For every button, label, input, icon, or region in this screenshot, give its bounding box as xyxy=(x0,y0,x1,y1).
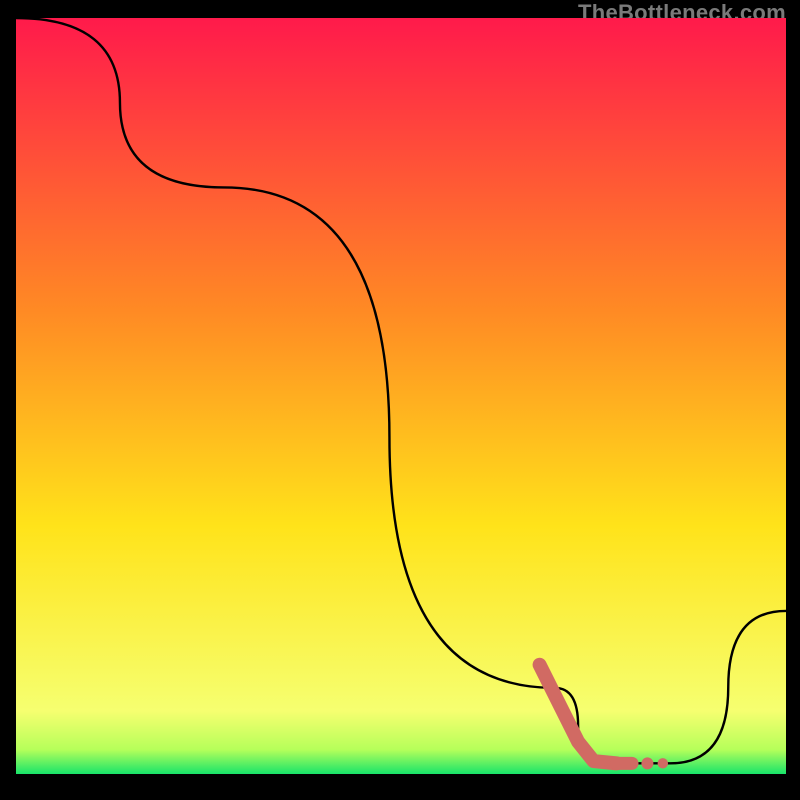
highlight-dot xyxy=(641,757,653,769)
chart-container: { "watermark": "TheBottleneck.com", "cha… xyxy=(0,0,800,800)
gradient-background xyxy=(16,18,786,788)
highlight-dot xyxy=(658,758,668,768)
plot-svg xyxy=(16,18,786,788)
plot-frame xyxy=(16,18,786,788)
